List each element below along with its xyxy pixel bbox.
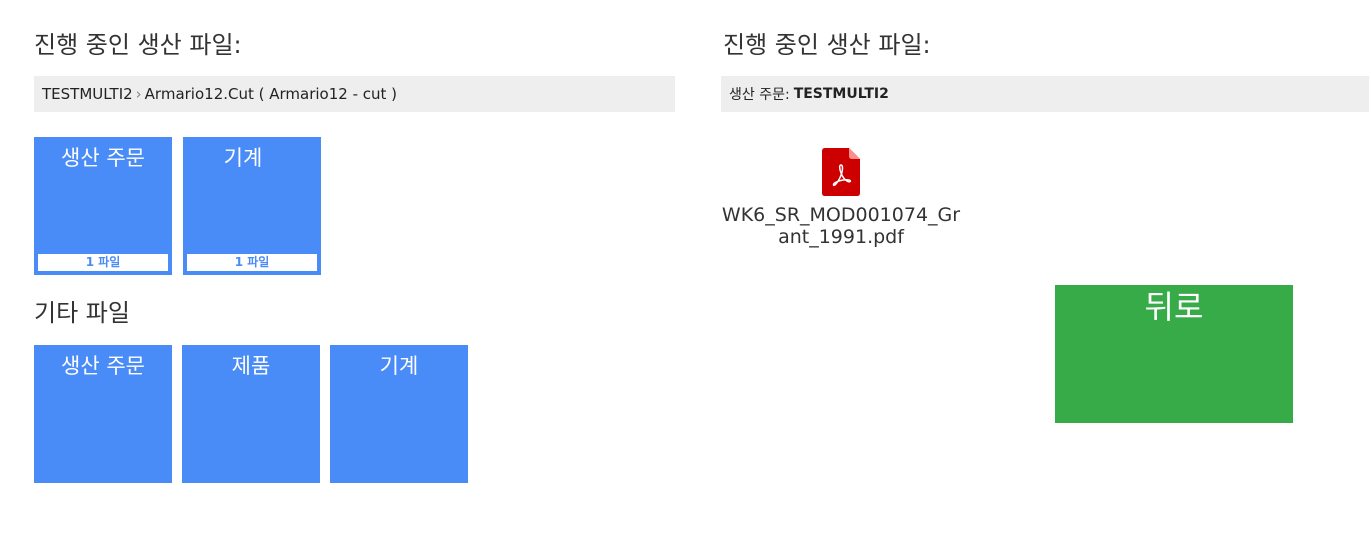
tile-other-production-order[interactable]: 생산 주문 <box>34 345 172 483</box>
tile-other-product[interactable]: 제품 <box>182 345 320 483</box>
breadcrumb: TESTMULTI2 › Armario12.Cut ( Armario12 -… <box>34 76 675 112</box>
page: 진행 중인 생산 파일: TESTMULTI2 › Armario12.Cut … <box>0 0 1369 537</box>
tile-other-machine[interactable]: 기계 <box>330 345 468 483</box>
order-prefix: 생산 주문: <box>729 87 790 103</box>
production-file-tiles: 생산 주문 1 파일 기계 1 파일 <box>34 137 321 275</box>
tile-label: 제품 <box>231 354 271 378</box>
tile-file-count: 1 파일 <box>38 254 168 271</box>
breadcrumb-item: Armario12.Cut ( Armario12 - cut ) <box>144 85 398 103</box>
pdf-file-name: WK6_SR_MOD001074_Grant_1991.pdf <box>721 204 961 248</box>
left-panel-title: 진행 중인 생산 파일: <box>34 31 242 59</box>
other-file-tiles: 생산 주문 제품 기계 <box>34 345 468 483</box>
tile-production-order[interactable]: 생산 주문 1 파일 <box>34 137 172 275</box>
breadcrumb-separator-icon: › <box>135 85 142 103</box>
order-info-bar: 생산 주문: TESTMULTI2 <box>721 76 1369 112</box>
breadcrumb-order[interactable]: TESTMULTI2 <box>42 85 133 103</box>
right-panel-title: 진행 중인 생산 파일: <box>723 31 931 59</box>
order-value: TESTMULTI2 <box>793 86 889 102</box>
pdf-file-icon <box>822 148 860 196</box>
tile-label: 기계 <box>379 354 419 378</box>
back-button[interactable]: 뒤로 <box>1055 285 1293 423</box>
other-files-title: 기타 파일 <box>34 299 130 327</box>
tile-file-count: 1 파일 <box>187 254 317 271</box>
tile-label: 생산 주문 <box>61 354 145 378</box>
pdf-file-entry[interactable]: WK6_SR_MOD001074_Grant_1991.pdf <box>721 148 961 248</box>
tile-machine[interactable]: 기계 1 파일 <box>183 137 321 275</box>
tile-label: 생산 주문 <box>61 146 145 170</box>
tile-label: 기계 <box>223 146 263 170</box>
back-button-label: 뒤로 <box>1144 288 1204 326</box>
